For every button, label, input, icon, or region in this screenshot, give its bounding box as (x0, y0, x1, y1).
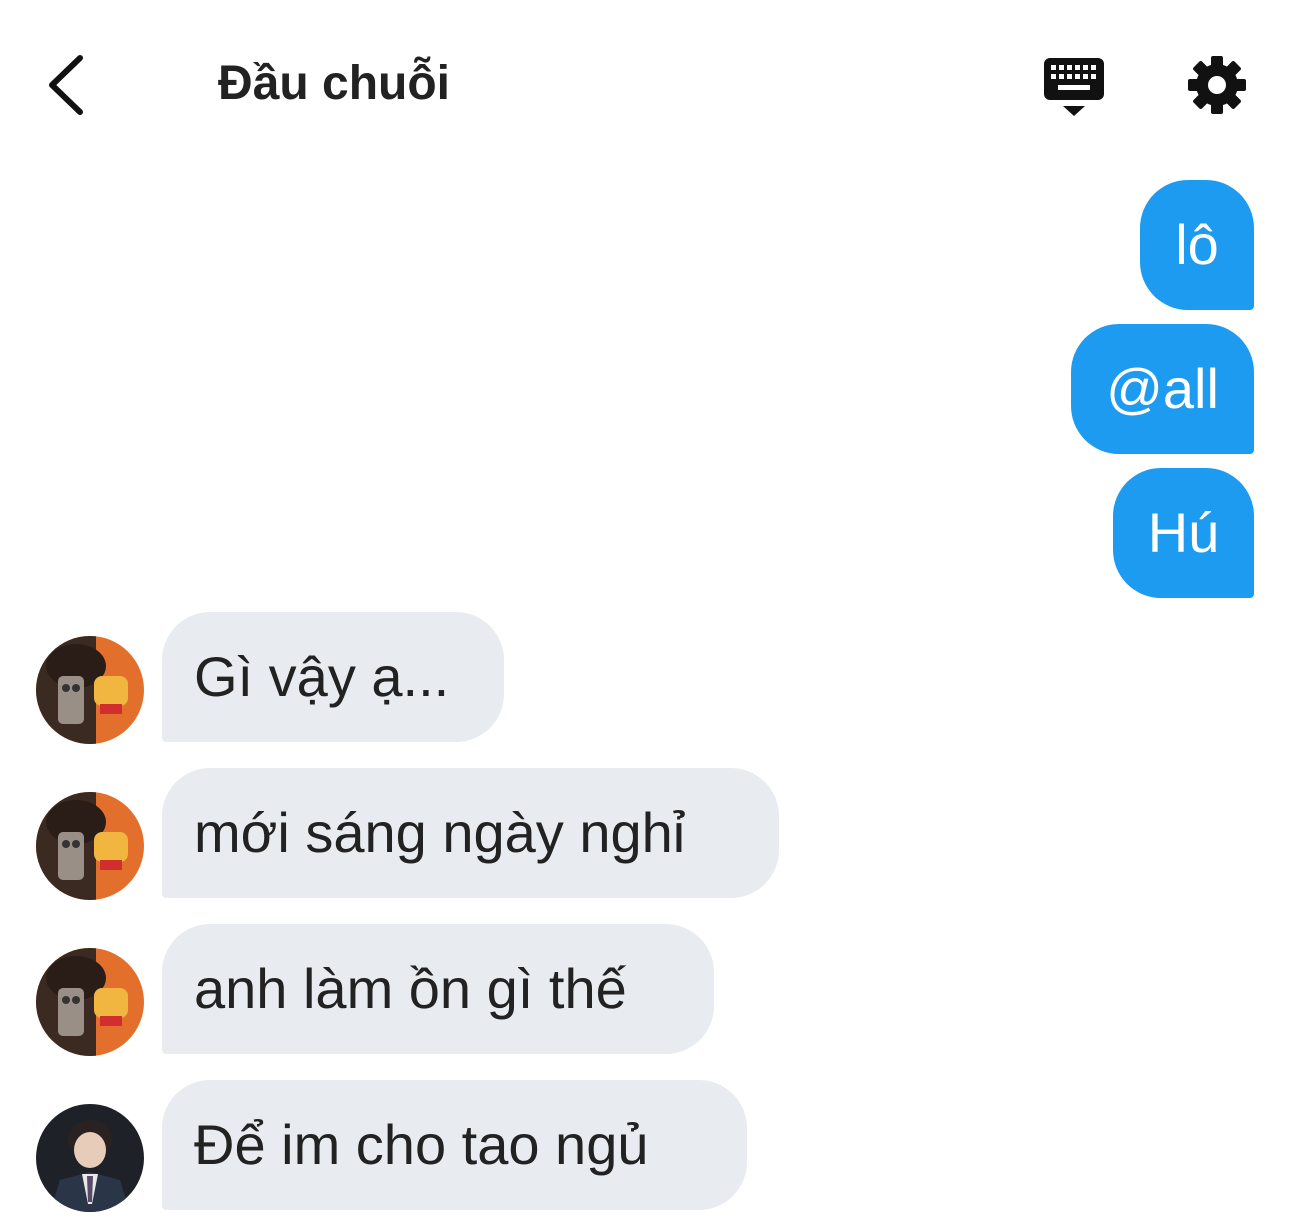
outgoing-message[interactable]: @all (1071, 324, 1254, 454)
avatar-image (36, 636, 144, 744)
avatar-image (36, 792, 144, 900)
incoming-message[interactable]: Gì vậy ạ... (162, 612, 504, 742)
message-text: Để im cho tao ngủ (194, 1113, 649, 1176)
keyboard-icon (1044, 58, 1104, 116)
message-text: lô (1175, 213, 1219, 276)
chevron-left-icon (49, 55, 83, 115)
incoming-message[interactable]: Để im cho tao ngủ (162, 1080, 747, 1210)
avatar-image (36, 948, 144, 1056)
incoming-message[interactable]: mới sáng ngày nghỉ (162, 768, 779, 898)
avatar-image (36, 1104, 144, 1212)
settings-button[interactable] (1184, 52, 1250, 118)
avatar-user-a[interactable] (36, 792, 144, 900)
avatar-user-a[interactable] (36, 948, 144, 1056)
message-text: mới sáng ngày nghỉ (194, 801, 686, 864)
message-text: anh làm ồn gì thế (194, 957, 627, 1020)
avatar-user-a[interactable] (36, 636, 144, 744)
thread-header: Đầu chuỗi (0, 0, 1290, 170)
outgoing-message[interactable]: Hú (1113, 468, 1254, 598)
avatar-user-b[interactable] (36, 1104, 144, 1212)
incoming-message[interactable]: anh làm ồn gì thế (162, 924, 714, 1054)
keyboard-button[interactable] (1040, 54, 1108, 120)
message-text: Hú (1147, 501, 1220, 564)
message-text: @all (1106, 357, 1219, 420)
page-title: Đầu chuỗi (218, 57, 451, 110)
outgoing-message[interactable]: lô (1140, 180, 1254, 310)
gear-icon (1188, 56, 1246, 114)
back-button[interactable] (40, 50, 100, 120)
message-text: Gì vậy ạ... (194, 645, 450, 708)
